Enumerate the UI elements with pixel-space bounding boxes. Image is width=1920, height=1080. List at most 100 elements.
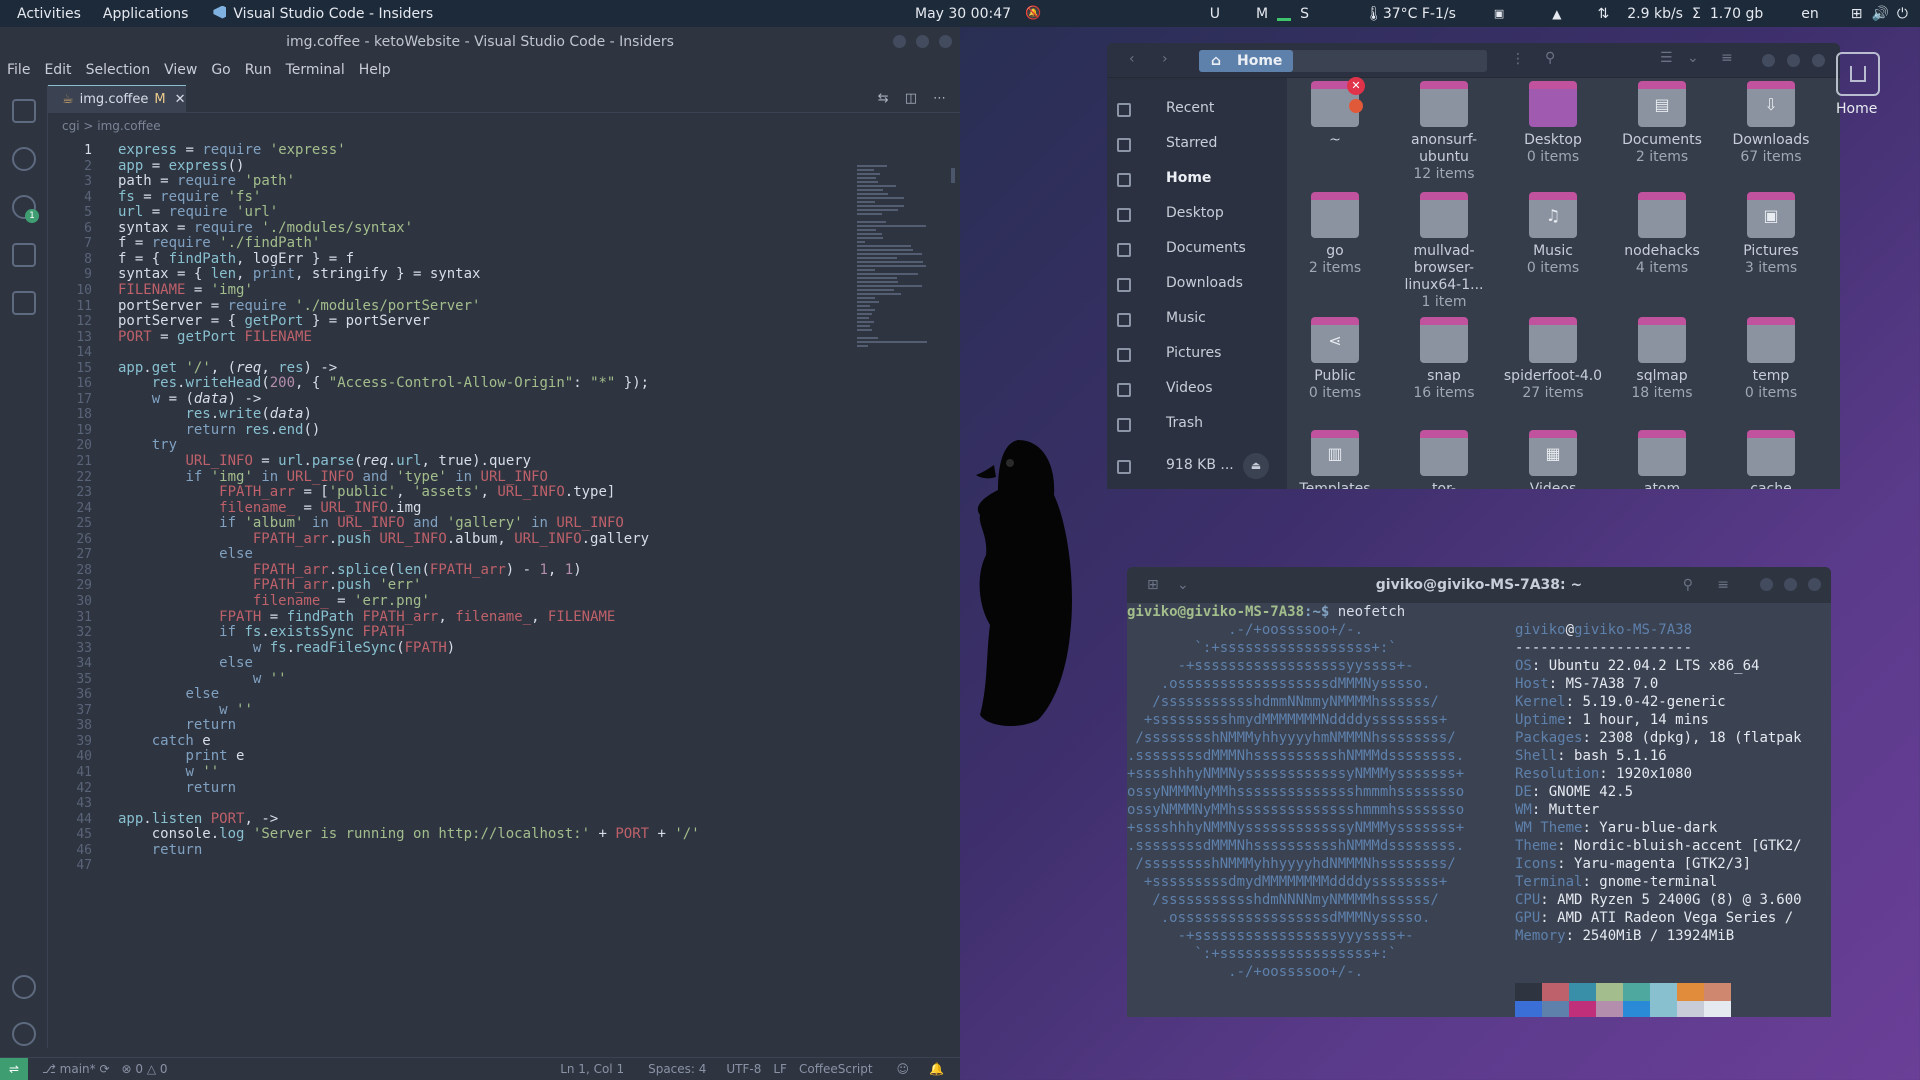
breadcrumb[interactable]: cgi > img.coffee bbox=[62, 119, 161, 133]
code-line[interactable]: return bbox=[118, 779, 236, 798]
clock-date[interactable]: May 30 bbox=[915, 6, 966, 22]
remote-icon[interactable]: ⇌ bbox=[0, 1057, 28, 1080]
menu-go[interactable]: Go bbox=[204, 62, 237, 78]
sidebar-item-documents[interactable]: Documents bbox=[1166, 240, 1246, 256]
code-editor[interactable]: 1 express = require 'express' 2 app = expre… bbox=[48, 137, 778, 1047]
file-item[interactable]: mullvad-browser-linux64-1... 1 item bbox=[1394, 192, 1494, 311]
file-item[interactable]: cache bbox=[1721, 430, 1821, 489]
vscode-titlebar[interactable]: img.coffee - ketoWebsite - Visual Studio… bbox=[0, 27, 960, 56]
menu-icon[interactable]: ≡ bbox=[1717, 567, 1729, 603]
file-item[interactable]: Desktop 0 items bbox=[1503, 81, 1603, 166]
file-item[interactable]: spiderfoot-4.0 27 items bbox=[1503, 317, 1603, 402]
file-item[interactable]: ♫ Music 0 items bbox=[1503, 192, 1603, 277]
disk-usage[interactable]: 918 KB ... bbox=[1166, 457, 1234, 473]
code-line[interactable]: return bbox=[118, 841, 203, 860]
file-item[interactable]: ⋖ Public 0 items bbox=[1285, 317, 1385, 402]
git-branch[interactable]: ⎇ main* ⟳ bbox=[36, 1062, 116, 1076]
sidebar-item-trash[interactable]: Trash bbox=[1166, 415, 1203, 431]
file-item[interactable]: snap 16 items bbox=[1394, 317, 1494, 402]
sidebar-item-music[interactable]: Music bbox=[1166, 310, 1206, 326]
close-icon[interactable] bbox=[939, 35, 952, 48]
split-editor-icon[interactable]: ◫ bbox=[905, 91, 917, 106]
language-mode[interactable]: CoffeeScript bbox=[793, 1062, 879, 1076]
back-icon[interactable]: ‹ bbox=[1129, 51, 1135, 67]
settings-gear-icon[interactable] bbox=[12, 1022, 36, 1046]
new-tab-icon[interactable]: ⊞ bbox=[1147, 567, 1159, 603]
search-icon[interactable]: ⚲ bbox=[1545, 50, 1555, 66]
code-line[interactable]: console.log 'Server is running on http:/… bbox=[118, 825, 700, 844]
chevron-down-icon[interactable]: ⌄ bbox=[1177, 567, 1189, 603]
chevron-down-icon[interactable]: ⌄ bbox=[1687, 50, 1699, 66]
file-item[interactable]: temp 0 items bbox=[1721, 317, 1821, 402]
indentation[interactable]: Spaces: 4 bbox=[642, 1062, 712, 1076]
maximize-icon[interactable] bbox=[1784, 578, 1797, 591]
net-speed[interactable]: 2.9 kb/s bbox=[1618, 6, 1692, 22]
minimize-icon[interactable] bbox=[1762, 54, 1775, 67]
sidebar-item-videos[interactable]: Videos bbox=[1166, 380, 1213, 396]
more-actions-icon[interactable]: ⋯ bbox=[933, 91, 946, 106]
menu-help[interactable]: Help bbox=[352, 62, 398, 78]
file-item[interactable]: sqlmap 18 items bbox=[1612, 317, 1712, 402]
close-icon[interactable] bbox=[1812, 54, 1825, 67]
line-endings[interactable]: LF bbox=[767, 1062, 793, 1076]
terminal-titlebar[interactable]: ⊞ ⌄ giviko@giviko-MS-7A38: ~ ⚲ ≡ bbox=[1127, 567, 1831, 603]
network-wired-icon[interactable]: ⊞ bbox=[1842, 6, 1872, 22]
menu-selection[interactable]: Selection bbox=[79, 62, 158, 78]
file-item[interactable]: go 2 items bbox=[1285, 192, 1385, 277]
close-icon[interactable] bbox=[1808, 578, 1821, 591]
minimap[interactable] bbox=[857, 163, 927, 347]
search-icon[interactable]: ⚲ bbox=[1683, 567, 1693, 603]
sidebar-item-home[interactable]: Home bbox=[1166, 170, 1211, 186]
files-headerbar[interactable]: ‹ › ⌂ Home ⋮ ⚲ ☰ ⌄ ≡ bbox=[1107, 43, 1840, 78]
file-item[interactable]: ▥ Templates bbox=[1285, 430, 1385, 489]
terminal-icon[interactable]: ▣ bbox=[1485, 7, 1513, 20]
notifications-bell-icon[interactable]: 🔔 bbox=[923, 1062, 950, 1076]
sidebar-item-pictures[interactable]: Pictures bbox=[1166, 345, 1221, 361]
active-app-menu[interactable]: Visual Studio Code - Insiders bbox=[197, 5, 442, 22]
extensions-icon[interactable] bbox=[12, 291, 36, 315]
clock-time[interactable]: 00:47 bbox=[971, 6, 1011, 22]
eject-icon[interactable]: ⏏ bbox=[1243, 453, 1269, 479]
path-home-button[interactable]: ⌂ Home bbox=[1199, 50, 1293, 72]
tab-img-coffee[interactable]: ☕ img.coffee M ✕ bbox=[48, 85, 186, 113]
power-icon[interactable]: ⏻ bbox=[1897, 6, 1908, 22]
keyboard-layout[interactable]: en bbox=[1792, 6, 1828, 22]
maximize-icon[interactable] bbox=[1787, 54, 1800, 67]
path-menu-icon[interactable]: ⋮ bbox=[1511, 51, 1525, 67]
maximize-icon[interactable] bbox=[916, 35, 929, 48]
menu-icon[interactable]: ≡ bbox=[1721, 50, 1733, 66]
editor-scrollbar[interactable] bbox=[951, 168, 955, 183]
sidebar-item-starred[interactable]: Starred bbox=[1166, 135, 1217, 151]
indicator-m[interactable]: M bbox=[1247, 6, 1277, 22]
bell-off-icon[interactable]: 🔕 bbox=[1025, 6, 1041, 21]
search-icon[interactable] bbox=[12, 147, 36, 171]
temperature-indicator[interactable]: 🌡37°C F-1/s bbox=[1356, 6, 1465, 22]
menu-terminal[interactable]: Terminal bbox=[279, 62, 352, 78]
minimize-icon[interactable] bbox=[1760, 578, 1773, 591]
sidebar-item-downloads[interactable]: Downloads bbox=[1166, 275, 1243, 291]
net-total[interactable]: 1.70 gb bbox=[1701, 6, 1772, 22]
applications-menu[interactable]: Applications bbox=[90, 6, 198, 22]
explorer-icon[interactable] bbox=[12, 99, 36, 123]
close-tab-icon[interactable]: ✕ bbox=[175, 92, 186, 107]
cursor-position[interactable]: Ln 1, Col 1 bbox=[554, 1062, 630, 1076]
indicator-u[interactable]: U bbox=[1201, 6, 1229, 22]
file-item[interactable]: atom bbox=[1612, 430, 1712, 489]
file-item[interactable]: ▤ Documents 2 items bbox=[1612, 81, 1712, 166]
file-item[interactable]: anonsurf-ubuntu 12 items bbox=[1394, 81, 1494, 183]
file-item[interactable]: ⇩ Downloads 67 items bbox=[1721, 81, 1821, 166]
sidebar-item-desktop[interactable]: Desktop bbox=[1166, 205, 1224, 221]
feedback-icon[interactable]: ☺ bbox=[891, 1062, 916, 1076]
terminal-output[interactable]: giviko@giviko-MS-7A38:~$ neofetch .-/+oo… bbox=[1127, 603, 1831, 1017]
problems-indicator[interactable]: ⊗ 0 △ 0 bbox=[116, 1062, 174, 1076]
menu-edit[interactable]: Edit bbox=[37, 62, 78, 78]
forward-icon[interactable]: › bbox=[1162, 51, 1168, 67]
volume-icon[interactable]: 🔊 bbox=[1871, 6, 1888, 22]
menu-file[interactable]: File bbox=[0, 62, 37, 78]
run-debug-icon[interactable] bbox=[12, 243, 36, 267]
encoding[interactable]: UTF-8 bbox=[720, 1062, 767, 1076]
desktop-home-icon[interactable] bbox=[1836, 52, 1880, 96]
view-list-icon[interactable]: ☰ bbox=[1660, 50, 1673, 66]
menu-run[interactable]: Run bbox=[238, 62, 279, 78]
open-changes-icon[interactable]: ⇆ bbox=[878, 91, 889, 106]
